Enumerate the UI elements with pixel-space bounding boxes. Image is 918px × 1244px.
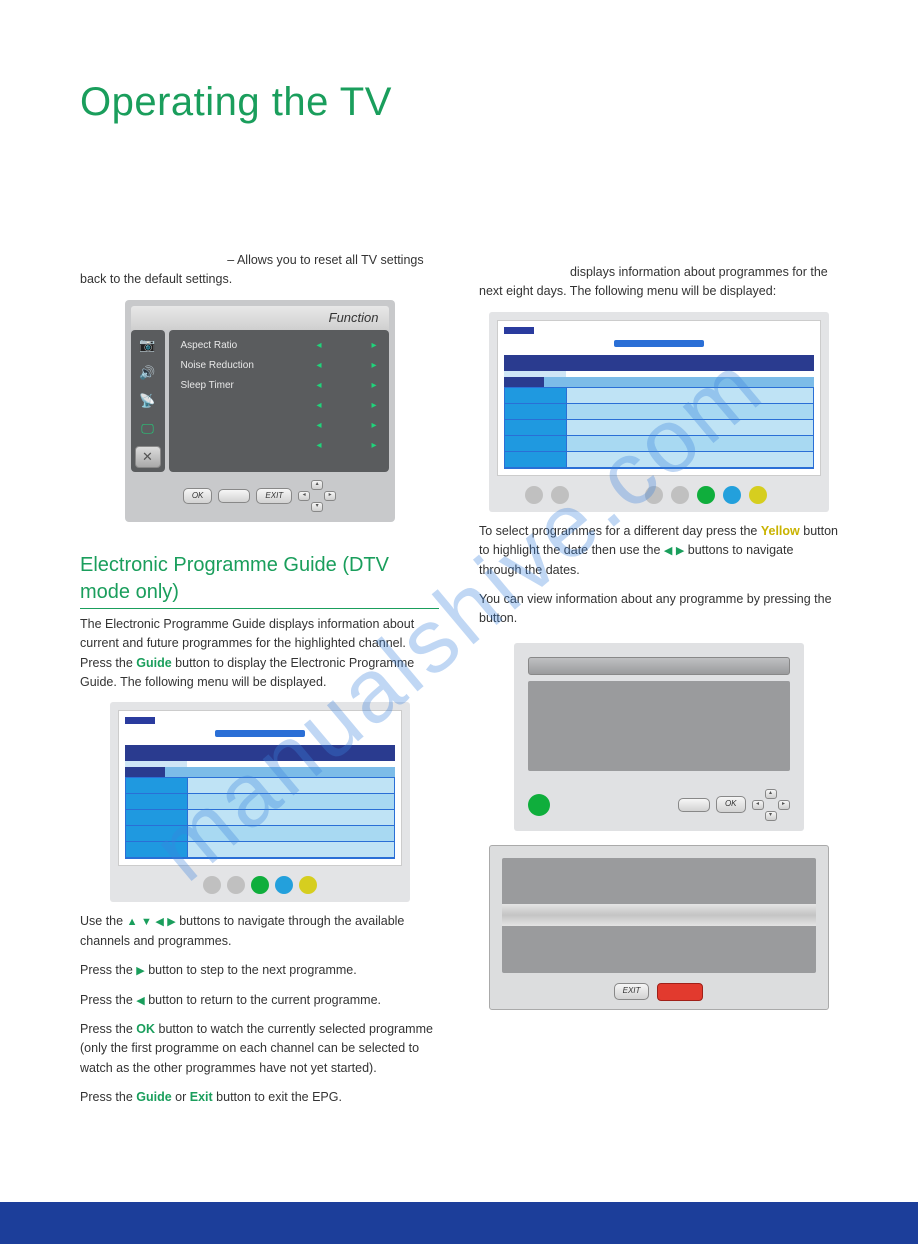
green-dot-icon: [697, 486, 715, 504]
epg-figure-2: [489, 312, 829, 512]
arrow-left-icon: ◀: [664, 545, 672, 557]
yellow-paragraph: To select programmes for a different day…: [479, 522, 838, 580]
epg-figure-1: [110, 702, 410, 902]
green-dot-icon: [528, 794, 550, 816]
exit-panel-figure: EXIT: [489, 845, 829, 1010]
chevron-right-icon[interactable]: ▸: [371, 338, 376, 354]
right-column: xxxxxxxxxxxxxx displays information abou…: [479, 245, 838, 1117]
grey-dot-icon: [227, 876, 245, 894]
blue-dot-icon: [275, 876, 293, 894]
list-item[interactable]: Aspect Ratio ◂ ▸: [181, 336, 377, 356]
ok-remote-button[interactable]: OK: [183, 488, 213, 504]
grey-dot-icon: [525, 486, 543, 504]
arrow-right-icon: ▶: [167, 916, 175, 928]
exit-paragraph: Press the Guide or Exit button to exit t…: [80, 1088, 439, 1107]
function-menu-figure: Function 📷 🔊 📡 🖵 ✕ Aspect Ratio ◂ ▸: [125, 300, 395, 522]
info-panel-figure: OK ▴ ◂▸ ▾: [514, 643, 804, 831]
yellow-dot-icon: [299, 876, 317, 894]
dpad-icon[interactable]: ▴ ◂▸ ▾: [752, 789, 790, 821]
camera-icon[interactable]: 📷: [135, 334, 161, 356]
chevron-right-icon[interactable]: ▸: [371, 378, 376, 394]
blank-remote-button[interactable]: [678, 798, 710, 812]
tools-icon[interactable]: ✕: [135, 446, 161, 468]
arrow-left-icon: ◀: [155, 916, 163, 928]
ok-remote-button[interactable]: OK: [716, 796, 746, 812]
arrow-right-icon: ▶: [676, 545, 684, 557]
ok-paragraph: Press the OK button to watch the current…: [80, 1020, 439, 1078]
eight-days-paragraph: xxxxxxxxxxxxxx displays information abou…: [479, 263, 838, 302]
page-title: Operating the TV: [80, 80, 838, 125]
function-footer: OK EXIT ▴ ◂▸ ▾: [131, 480, 389, 512]
sound-icon[interactable]: 🔊: [135, 362, 161, 384]
exit-remote-button[interactable]: EXIT: [256, 488, 292, 504]
footer-band: [0, 1202, 918, 1244]
epg-intro: The Electronic Programme Guide displays …: [80, 615, 439, 693]
red-remote-button[interactable]: [657, 983, 703, 1001]
list-item[interactable]: Sleep Timer ◂ ▸: [181, 376, 377, 396]
navigate-paragraph: Use the ▲ ▼ ◀ ▶ buttons to navigate thro…: [80, 912, 439, 951]
reset-paragraph: xxxxxxxxxxxxxxxxxxxxxxx – Allows you to …: [80, 251, 439, 290]
left-column: xxxxxxxxxxxxxxxxxxxxxxx – Allows you to …: [80, 245, 439, 1117]
grey-dot-icon: [551, 486, 569, 504]
arrow-down-icon: ▼: [141, 916, 152, 928]
blue-dot-icon: [723, 486, 741, 504]
chevron-left-icon[interactable]: ◂: [316, 358, 321, 374]
prev-prog-paragraph: Press the ◀ button to return to the curr…: [80, 991, 439, 1010]
dpad-icon[interactable]: ▴ ◂▸ ▾: [298, 480, 336, 512]
list-item[interactable]: Noise Reduction ◂ ▸: [181, 356, 377, 376]
green-dot-icon: [251, 876, 269, 894]
grey-dot-icon: [203, 876, 221, 894]
function-menu-title: Function: [131, 306, 389, 330]
exit-remote-button[interactable]: EXIT: [614, 983, 650, 999]
chevron-left-icon[interactable]: ◂: [316, 378, 321, 394]
arrow-right-icon: ▶: [136, 965, 144, 977]
epg-heading: Electronic Programme Guide (DTV mode onl…: [80, 552, 439, 609]
arrow-left-icon: ◀: [136, 995, 144, 1007]
chevron-right-icon[interactable]: ▸: [371, 358, 376, 374]
grey-dot-icon: [645, 486, 663, 504]
yellow-dot-icon: [749, 486, 767, 504]
grey-dot-icon: [671, 486, 689, 504]
function-nav-tabs: 📷 🔊 📡 🖵 ✕: [131, 330, 165, 472]
blank-remote-button[interactable]: [218, 489, 250, 503]
next-prog-paragraph: Press the ▶ button to step to the next p…: [80, 961, 439, 980]
arrow-up-icon: ▲: [127, 916, 138, 928]
display-icon[interactable]: 🖵: [135, 418, 161, 440]
chevron-left-icon[interactable]: ◂: [316, 338, 321, 354]
satellite-icon[interactable]: 📡: [135, 390, 161, 412]
function-list: Aspect Ratio ◂ ▸ Noise Reduction ◂ ▸ Sle…: [169, 330, 389, 472]
info-paragraph: You can view information about any progr…: [479, 590, 838, 629]
